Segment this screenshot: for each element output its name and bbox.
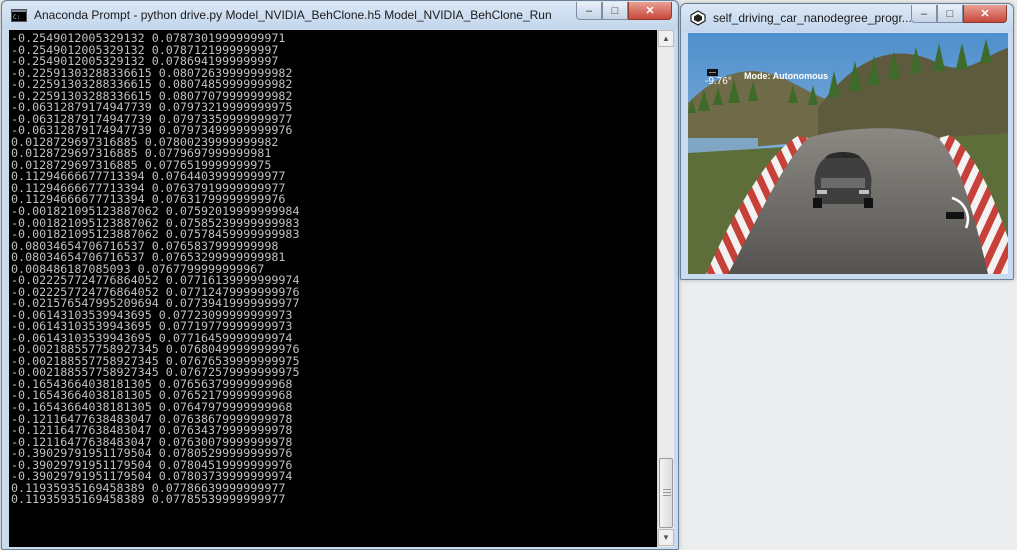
close-button[interactable]: ✕	[628, 2, 672, 20]
console-scrollbar[interactable]: ▲ ▼	[657, 30, 674, 547]
unity-icon	[690, 10, 706, 26]
scroll-thumb[interactable]	[659, 458, 673, 528]
simulator-viewport[interactable]: — -9.76° Mode: Autonomous	[688, 33, 1008, 274]
console-output-area[interactable]: -0.2549012005329132 0.07873019999999971-…	[9, 30, 657, 547]
minimize-button[interactable]: –	[911, 5, 937, 23]
simulator-window-title: self_driving_car_nanodegree_progr...	[713, 11, 912, 25]
simulator-window[interactable]: self_driving_car_nanodegree_progr... – □…	[680, 3, 1014, 280]
hud-steering-angle: -9.76°	[705, 76, 732, 87]
console-window-controls: – □ ✕	[576, 2, 672, 20]
console-window-title: Anaconda Prompt - python drive.py Model_…	[34, 8, 552, 22]
minimize-button[interactable]: –	[576, 2, 602, 20]
console-line: 0.11935935169458389 0.07785539999999977	[11, 492, 286, 507]
svg-text:C:: C:	[13, 14, 20, 21]
console-icon: C:	[11, 9, 27, 22]
scroll-down-button[interactable]: ▼	[658, 529, 674, 546]
close-button[interactable]: ✕	[963, 5, 1007, 23]
hud-mode-label: Mode: Autonomous	[744, 71, 829, 81]
scroll-up-button[interactable]: ▲	[658, 30, 674, 47]
simulator-window-controls: – □ ✕	[911, 5, 1007, 23]
console-window[interactable]: C: Anaconda Prompt - python drive.py Mod…	[1, 0, 679, 550]
hud-steering-label: —	[707, 69, 718, 76]
maximize-button[interactable]: □	[937, 5, 963, 23]
maximize-button[interactable]: □	[602, 2, 628, 20]
console-titlebar[interactable]: C: Anaconda Prompt - python drive.py Mod…	[2, 1, 678, 29]
driving-scene	[688, 33, 1008, 274]
console-output-text: -0.2549012005329132 0.07873019999999971-…	[11, 32, 300, 507]
simulator-titlebar[interactable]: self_driving_car_nanodegree_progr... – □…	[681, 4, 1013, 32]
